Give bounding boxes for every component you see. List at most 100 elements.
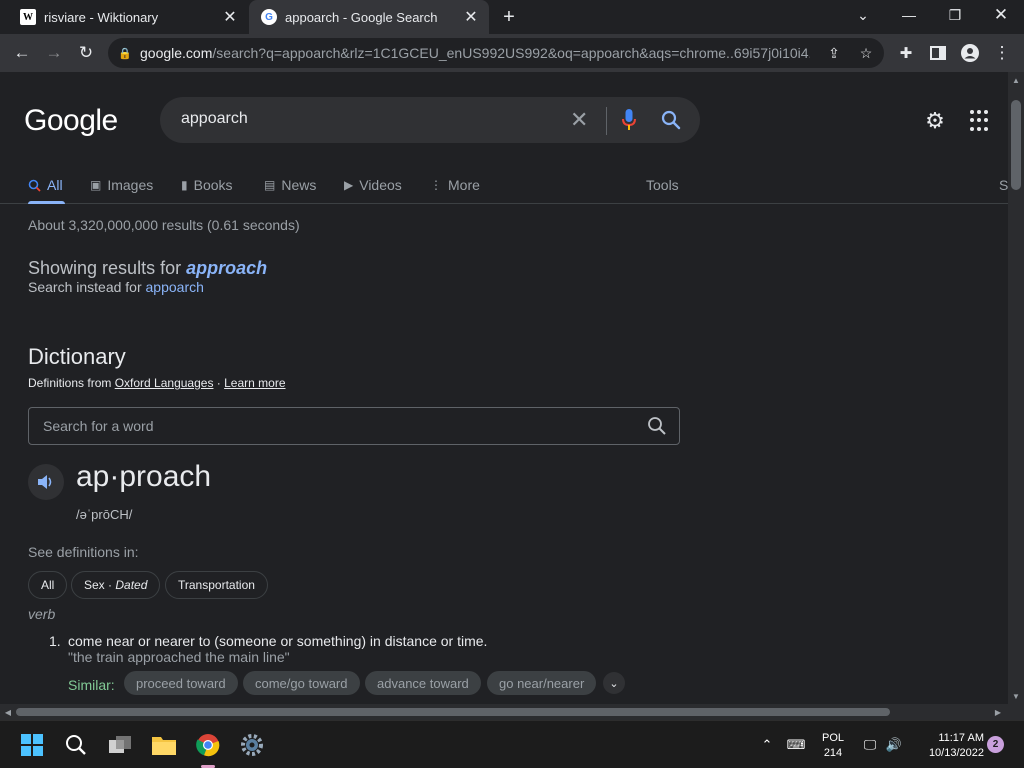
voice-search-icon[interactable] [622, 109, 636, 131]
scroll-left-arrow-icon[interactable]: ◀ [0, 704, 16, 720]
original-query-link[interactable]: appoarch [146, 279, 204, 295]
side-panel-icon[interactable] [924, 39, 952, 67]
horizontal-scroll-thumb[interactable] [16, 708, 890, 716]
phonetic-spelling: /əˈprōCH/ [76, 507, 133, 522]
search-input[interactable]: appoarch [181, 110, 248, 128]
search-divider [606, 107, 607, 135]
tab-videos[interactable]: ▶ Videos [344, 173, 402, 197]
task-view-icon[interactable] [104, 729, 136, 761]
vertical-scroll-thumb[interactable] [1011, 100, 1021, 190]
chip-transportation[interactable]: Transportation [165, 571, 268, 599]
see-definitions-label: See definitions in: [28, 544, 139, 560]
extensions-icon[interactable]: ✚ [892, 39, 920, 67]
more-icon: ⋮ [430, 178, 442, 192]
back-button[interactable]: ← [8, 39, 36, 67]
search-icon [28, 179, 41, 192]
wiktionary-favicon-icon: W [20, 9, 36, 25]
pronunciation-speaker-icon[interactable] [28, 464, 64, 500]
dictionary-source: Definitions from Oxford Languages · Lear… [28, 376, 286, 390]
search-icon[interactable] [60, 729, 92, 761]
horizontal-scrollbar[interactable]: ◀ ▶ [0, 704, 1008, 720]
dictionary-heading: Dictionary [28, 344, 126, 369]
search-results-page: Google appoarch ✕ ⚙ All ▣ Images ▮ Books ▤… [0, 72, 1008, 704]
tab-title: appoarch - Google Search [285, 9, 438, 25]
tab-wiktionary[interactable]: W risviare - Wiktionary ✕ [8, 0, 248, 34]
bookmark-star-icon[interactable]: ☆ [856, 43, 876, 63]
browser-menu-icon[interactable]: ⋮ [988, 39, 1016, 67]
scrollbar-corner [1008, 704, 1024, 720]
profile-icon[interactable] [956, 39, 984, 67]
tab-google-search[interactable]: G appoarch - Google Search ✕ [249, 0, 489, 34]
settings-gear-icon[interactable]: ⚙ [922, 108, 948, 134]
close-window-button[interactable]: ✕ [978, 0, 1024, 30]
part-of-speech: verb [28, 606, 56, 622]
tab-more[interactable]: ⋮ More [430, 173, 480, 197]
file-explorer-icon[interactable] [148, 729, 180, 761]
dictionary-search-input[interactable]: Search for a word [43, 418, 154, 434]
chip-sex-dated[interactable]: Sex · Dated [71, 571, 161, 599]
tab-images[interactable]: ▣ Images [90, 173, 153, 197]
tab-books[interactable]: ▮ Books [181, 173, 233, 197]
similar-label: Similar: [68, 677, 115, 693]
share-icon[interactable]: ⇪ [824, 43, 844, 63]
windows-start-icon[interactable] [16, 729, 48, 761]
result-stats: About 3,320,000,000 results (0.61 second… [28, 217, 300, 233]
video-icon: ▶ [344, 178, 354, 192]
vertical-scrollbar[interactable]: ▲ ▼ [1008, 72, 1024, 704]
new-tab-button[interactable]: + [498, 6, 520, 28]
google-logo[interactable]: Google [24, 104, 118, 138]
book-icon: ▮ [181, 178, 188, 192]
minimize-button[interactable]: — [886, 0, 932, 30]
search-icon[interactable] [660, 109, 682, 131]
show-hidden-icons-chevron-icon[interactable]: ⌃ [758, 735, 776, 755]
address-bar[interactable]: 🔒 google.com/search?q=appoarch&rlz=1C1GC… [108, 38, 884, 68]
network-icon[interactable]: 🖵 [860, 735, 880, 755]
notification-badge[interactable]: 2 [987, 736, 1004, 753]
scroll-down-arrow-icon[interactable]: ▼ [1008, 688, 1024, 704]
similar-chip[interactable]: proceed toward [124, 671, 238, 695]
tools-button[interactable]: Tools [646, 173, 679, 197]
close-tab-icon[interactable]: ✕ [461, 7, 481, 27]
search-type-tabs: All ▣ Images ▮ Books ▤ News ▶ Videos ⋮ More T… [0, 168, 1008, 204]
corrected-query-link[interactable]: approach [186, 258, 267, 278]
windows-taskbar: ⌃ ⌨ POL 214 🖵 🔊 11:17 AM 10/13/2022 2 [0, 720, 1024, 768]
keyboard-icon[interactable]: ⌨ [786, 735, 806, 755]
google-apps-icon[interactable] [970, 110, 992, 132]
chip-all[interactable]: All [28, 571, 68, 599]
chrome-icon[interactable] [192, 729, 224, 761]
close-tab-icon[interactable]: ✕ [220, 7, 240, 27]
clock[interactable]: 11:17 AM 10/13/2022 [910, 731, 984, 761]
search-instead-for: Search instead for appoarch [28, 279, 204, 295]
expand-similar-chevron-icon[interactable]: ⌄ [603, 672, 625, 694]
forward-button[interactable]: → [40, 39, 68, 67]
safesearch-button[interactable]: S [999, 173, 1008, 197]
settings-gear-icon[interactable] [236, 729, 268, 761]
scroll-up-arrow-icon[interactable]: ▲ [1008, 72, 1024, 88]
search-icon[interactable] [647, 416, 667, 436]
tab-all[interactable]: All [28, 173, 63, 197]
similar-chip[interactable]: advance toward [365, 671, 481, 695]
headword: ap·proach [76, 460, 212, 493]
tab-news[interactable]: ▤ News [264, 173, 316, 197]
learn-more-link[interactable]: Learn more [224, 376, 285, 390]
tab-strip: W risviare - Wiktionary ✕ G appoarch - G… [0, 0, 1024, 34]
url-text[interactable]: google.com/search?q=appoarch&rlz=1C1GCEU… [140, 45, 810, 61]
similar-chip[interactable]: come/go toward [243, 671, 360, 695]
volume-icon[interactable]: 🔊 [884, 735, 904, 755]
restore-button[interactable]: ❐ [932, 0, 978, 30]
scroll-right-arrow-icon[interactable]: ▶ [990, 704, 1006, 720]
input-language-indicator[interactable]: POL 214 [818, 731, 848, 761]
search-box[interactable]: appoarch ✕ [160, 97, 700, 143]
similar-chip[interactable]: go near/nearer [487, 671, 597, 695]
clear-search-icon[interactable]: ✕ [570, 107, 588, 133]
google-favicon-icon: G [261, 9, 277, 25]
lock-icon[interactable]: 🔒 [118, 47, 132, 60]
definition-number: 1. [49, 633, 61, 649]
showing-results-for: Showing results for approach [28, 258, 268, 278]
tab-search-icon[interactable]: ⌄ [840, 0, 886, 30]
selected-tab-indicator [28, 201, 65, 204]
reload-button[interactable]: ↻ [72, 39, 100, 67]
image-icon: ▣ [90, 178, 102, 192]
oxford-languages-link[interactable]: Oxford Languages [115, 376, 214, 390]
dictionary-search-box[interactable]: Search for a word [28, 407, 680, 445]
